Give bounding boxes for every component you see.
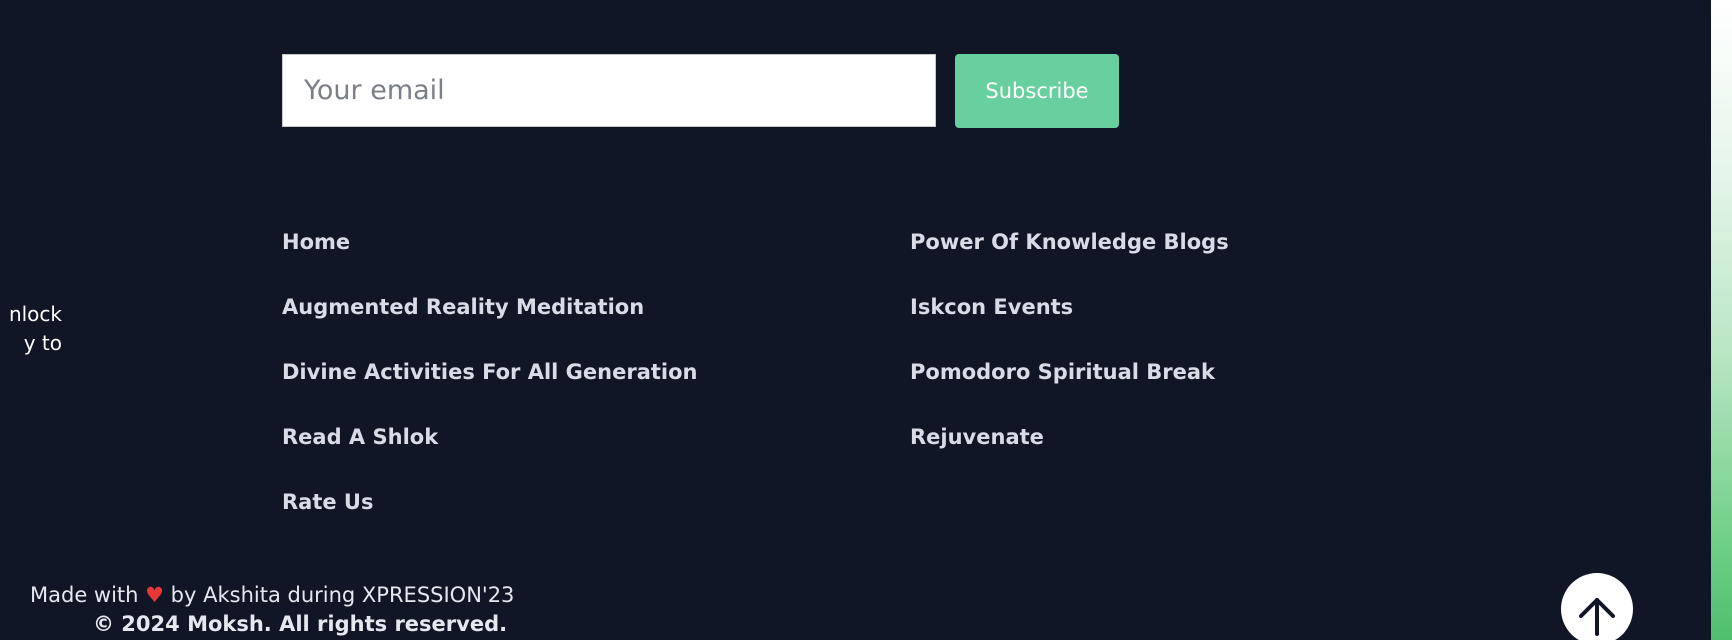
left-partial-text-line2: y to <box>23 331 62 355</box>
footer-link-home[interactable]: Home <box>282 229 350 255</box>
left-partial-text-line1: nlock <box>8 302 62 326</box>
email-input[interactable] <box>282 54 936 127</box>
scroll-to-top-button[interactable] <box>1561 573 1633 640</box>
made-with-suffix: by Akshita during XPRESSION'23 <box>170 583 515 607</box>
made-with-prefix: Made with <box>30 583 139 607</box>
footer-link-divine-activities[interactable]: Divine Activities For All Generation <box>282 359 698 385</box>
left-partial-text: nlock y to <box>0 300 62 358</box>
footer-link-rate-us[interactable]: Rate Us <box>282 489 374 515</box>
footer-link-read-shlok[interactable]: Read A Shlok <box>282 424 438 450</box>
footer-link-iskcon-events[interactable]: Iskcon Events <box>910 294 1073 320</box>
arrow-up-icon <box>1579 597 1615 636</box>
right-edge-gradient <box>1711 0 1732 640</box>
heart-icon: ♥ <box>145 583 164 607</box>
made-with-credit: Made with ♥ by Akshita during XPRESSION'… <box>30 580 514 610</box>
footer-link-rejuvenate[interactable]: Rejuvenate <box>910 424 1044 450</box>
footer-link-ar-meditation[interactable]: Augmented Reality Meditation <box>282 294 644 320</box>
subscribe-button[interactable]: Subscribe <box>955 54 1119 128</box>
copyright-text: © 2024 Moksh. All rights reserved. <box>93 612 508 636</box>
footer-link-knowledge-blogs[interactable]: Power Of Knowledge Blogs <box>910 229 1229 255</box>
footer-link-pomodoro-break[interactable]: Pomodoro Spiritual Break <box>910 359 1215 385</box>
